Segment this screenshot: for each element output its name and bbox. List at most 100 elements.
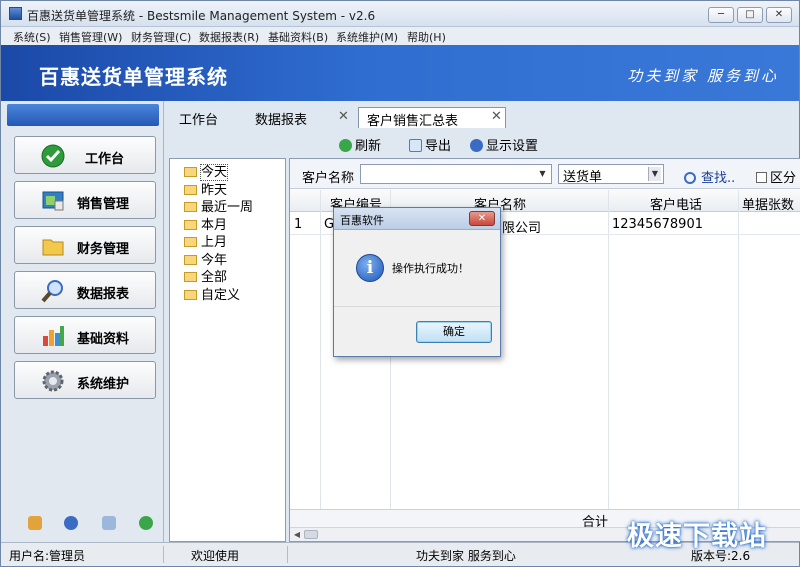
search-icon bbox=[684, 172, 696, 184]
folder-icon bbox=[41, 234, 65, 258]
customer-name-label: 客户名称 bbox=[302, 171, 355, 186]
nav-reports-button[interactable]: 数据报表 bbox=[14, 271, 156, 309]
export-button[interactable]: 导出 bbox=[409, 135, 451, 154]
key-icon[interactable] bbox=[28, 516, 42, 530]
tab-workbench[interactable]: 工作台 bbox=[171, 107, 226, 128]
tree-item-this-year[interactable]: 今年 bbox=[184, 249, 227, 268]
dialog-title-bar: 百惠软件 ✕ bbox=[334, 208, 500, 230]
banner-slogan: 功夫到家 服务到心 bbox=[627, 67, 779, 85]
window-title: 百惠送货单管理系统 - Bestsmile Management System … bbox=[27, 9, 376, 23]
status-slogan: 功夫到家 服务到心 bbox=[416, 549, 516, 563]
document-type-select[interactable]: 送货单 ▼ bbox=[558, 164, 664, 185]
scroll-thumb[interactable] bbox=[304, 530, 318, 539]
export-icon bbox=[409, 139, 422, 152]
tree-item-all[interactable]: 全部 bbox=[184, 266, 227, 285]
display-settings-button[interactable]: 显示设置 bbox=[470, 135, 538, 154]
chevron-down-icon[interactable]: ▼ bbox=[648, 167, 661, 181]
gear-icon bbox=[470, 139, 483, 152]
nav-sales-button[interactable]: 销售管理 bbox=[14, 181, 156, 219]
scroll-left-icon[interactable]: ◀ bbox=[291, 529, 303, 540]
menu-reports[interactable]: 数据报表(R) bbox=[199, 29, 259, 45]
info-icon[interactable] bbox=[64, 516, 78, 530]
folder-icon bbox=[184, 290, 197, 300]
nav-basic-data-button[interactable]: 基础资料 bbox=[14, 316, 156, 354]
gear-icon bbox=[41, 369, 65, 393]
row-index: 1 bbox=[294, 217, 303, 232]
menu-maintenance[interactable]: 系统维护(M) bbox=[336, 29, 398, 45]
app-icon bbox=[9, 7, 22, 20]
nav-workbench-button[interactable]: 工作台 bbox=[14, 136, 156, 174]
nav-label: 数据报表 bbox=[77, 287, 130, 302]
refresh-button[interactable]: 刷新 bbox=[339, 135, 381, 154]
tab-reports[interactable]: 数据报表 bbox=[247, 107, 315, 128]
tree-item-yesterday[interactable]: 昨天 bbox=[184, 179, 227, 198]
cell-customer-phone: 12345678901 bbox=[612, 217, 703, 232]
menu-basic-data[interactable]: 基础资料(B) bbox=[268, 29, 328, 45]
title-bar: 百惠送货单管理系统 - Bestsmile Management System … bbox=[1, 1, 799, 27]
nav-label: 系统维护 bbox=[77, 377, 130, 392]
left-nav-panel: 工作台 销售管理 财务管理 数据报表 基础资料 系统维护 bbox=[1, 101, 164, 542]
customer-name-combobox[interactable]: ▼ bbox=[360, 164, 552, 184]
checkbox-box[interactable] bbox=[756, 172, 767, 183]
message-dialog: 百惠软件 ✕ i 操作执行成功！ 确定 bbox=[333, 207, 501, 357]
folder-icon bbox=[184, 202, 197, 212]
nav-label: 工作台 bbox=[85, 152, 125, 167]
grid-divider bbox=[608, 190, 609, 515]
status-user: 用户名:管理员 bbox=[9, 549, 86, 563]
document-type-value: 送货单 bbox=[563, 170, 603, 185]
column-header-customer-phone[interactable]: 客户电话 bbox=[650, 194, 702, 213]
status-welcome: 欢迎使用 bbox=[191, 549, 240, 563]
toolbar: 刷新 导出 显示设置 bbox=[167, 131, 800, 157]
menu-finance[interactable]: 财务管理(C) bbox=[131, 29, 191, 45]
filter-bar: 客户名称 ▼ 送货单 ▼ 查找.. 区分 bbox=[290, 159, 800, 189]
banner-title: 百惠送货单管理系统 bbox=[39, 65, 228, 89]
tree-item-custom[interactable]: 自定义 bbox=[184, 284, 240, 303]
search-button[interactable]: 查找.. bbox=[684, 167, 735, 186]
chevron-down-icon[interactable]: ▼ bbox=[536, 167, 549, 181]
menu-sales[interactable]: 销售管理(W) bbox=[59, 29, 122, 45]
tab-close-icon[interactable]: ✕ bbox=[491, 109, 502, 124]
nav-header-bar bbox=[7, 104, 159, 126]
folder-icon bbox=[184, 237, 197, 247]
refresh-icon bbox=[339, 139, 352, 152]
tree-item-last-week[interactable]: 最近一周 bbox=[184, 196, 253, 215]
checkmark-icon bbox=[41, 144, 65, 168]
cell-customer-name: 限公司 bbox=[502, 221, 542, 236]
ok-button[interactable]: 确定 bbox=[416, 321, 492, 343]
tree-item-this-month[interactable]: 本月 bbox=[184, 214, 227, 233]
dialog-close-button[interactable]: ✕ bbox=[469, 211, 495, 226]
folder-icon bbox=[184, 220, 197, 230]
maximize-button[interactable]: □ bbox=[737, 7, 763, 23]
menu-bar: 系统(S) 销售管理(W) 财务管理(C) 数据报表(R) 基础资料(B) 系统… bbox=[1, 27, 799, 45]
sales-window-icon bbox=[41, 189, 65, 213]
minimize-button[interactable]: ─ bbox=[708, 7, 734, 23]
tree-item-today[interactable]: 今天 bbox=[184, 161, 229, 181]
close-button[interactable]: ✕ bbox=[766, 7, 792, 23]
dialog-footer: 确定 bbox=[334, 306, 500, 356]
menu-system[interactable]: 系统(S) bbox=[13, 29, 51, 45]
magnifier-icon bbox=[41, 279, 65, 303]
status-divider bbox=[287, 546, 288, 563]
menu-help[interactable]: 帮助(H) bbox=[407, 29, 446, 45]
folder-icon bbox=[184, 167, 197, 177]
search-icon[interactable] bbox=[102, 516, 116, 530]
forward-icon[interactable] bbox=[139, 516, 153, 530]
nav-finance-button[interactable]: 财务管理 bbox=[14, 226, 156, 264]
status-divider bbox=[163, 546, 164, 563]
distinguish-checkbox[interactable]: 区分 bbox=[756, 167, 796, 186]
watermark: 极速下载站 bbox=[627, 521, 767, 552]
banner: 百惠送货单管理系统 功夫到家 服务到心 bbox=[1, 45, 799, 101]
grid-divider bbox=[738, 190, 739, 515]
app-window: 百惠送货单管理系统 - Bestsmile Management System … bbox=[0, 0, 800, 567]
tree-item-last-month[interactable]: 上月 bbox=[184, 231, 227, 250]
tab-close-icon[interactable]: ✕ bbox=[338, 109, 349, 124]
nav-maintenance-button[interactable]: 系统维护 bbox=[14, 361, 156, 399]
grid-divider bbox=[320, 190, 321, 515]
dialog-title: 百惠软件 bbox=[340, 214, 384, 227]
nav-label: 基础资料 bbox=[77, 332, 130, 347]
column-header-document-count[interactable]: 单据张数 bbox=[742, 194, 794, 213]
folder-icon bbox=[184, 185, 197, 195]
tab-bar: 工作台 数据报表 ✕ 客户销售汇总表 ✕ bbox=[167, 105, 800, 129]
dialog-message: 操作执行成功！ bbox=[392, 262, 469, 275]
tab-customer-sales-summary[interactable]: 客户销售汇总表 bbox=[358, 107, 506, 129]
